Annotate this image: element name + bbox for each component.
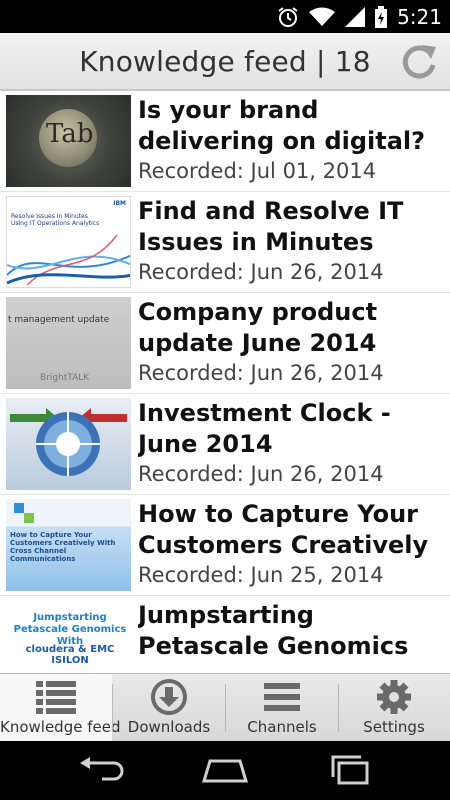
tab-label: Settings [363, 718, 425, 736]
tab-label: Knowledge feed [0, 718, 121, 736]
thumbnail-text: Resolve Issues In Minutes Using IT Opera… [11, 213, 100, 227]
thumbnail-brand: IBM [113, 200, 126, 207]
signal-icon [345, 6, 366, 27]
thumbnail-brand: BrightTALK [40, 373, 90, 383]
feed-item-date: Recorded: Jun 25, 2014 [138, 563, 384, 587]
feed-item-title: Investment Clock - June 2014 [138, 399, 391, 458]
feed-item-title: Company product update June 2014 [138, 298, 378, 357]
thumbnail-graphic [10, 408, 127, 476]
feed-item[interactable]: Jumpstarting Petascale Genomics With clo… [0, 596, 450, 673]
system-nav-bar [0, 741, 450, 800]
feed-item[interactable]: Investment Clock - June 2014 Recorded: J… [0, 394, 450, 495]
feed-item-date: Recorded: Jun 26, 2014 [138, 361, 384, 385]
tab-label: Downloads [127, 718, 211, 736]
menu-icon [264, 683, 300, 711]
status-time: 5:21 [397, 4, 442, 29]
download-icon [151, 679, 187, 715]
thumbnail-text: t management update [8, 315, 110, 325]
tab-settings[interactable]: Settings [338, 674, 450, 741]
feed-item[interactable]: t management update BrightTALK Company p… [0, 293, 450, 394]
tab-knowledge-feed[interactable]: Knowledge feed [0, 674, 121, 741]
gear-icon [377, 680, 411, 714]
video-thumbnail [6, 398, 131, 490]
feed-item-title: Find and Resolve IT Issues in Minutes us… [138, 197, 404, 256]
list-icon [36, 681, 76, 714]
thumbnail-text: Tab [46, 119, 94, 149]
thumbnail-brand: cloudera & EMC ISILON [25, 644, 115, 666]
home-icon[interactable] [200, 755, 250, 785]
thumbnail-text: How to Capture Your Customers Creatively… [10, 531, 116, 563]
feed-item[interactable]: How to Capture Your Customers Creatively… [0, 495, 450, 596]
status-icons: 5:21 [277, 4, 442, 29]
thumbnail-text: Jumpstarting Petascale Genomics With [13, 612, 127, 647]
recent-apps-icon[interactable] [325, 755, 375, 785]
bottom-tab-bar: Knowledge feed Downloads Channels Settin… [0, 673, 450, 741]
battery-icon [375, 5, 388, 28]
feed-item-title: How to Capture Your Customers Creatively… [138, 500, 429, 559]
action-bar: Knowledge feed | 18 [0, 33, 450, 91]
video-thumbnail: Tab [6, 95, 131, 187]
feed-item[interactable]: Resolve Issues In Minutes Using IT Opera… [0, 192, 450, 293]
video-thumbnail: How to Capture Your Customers Creatively… [6, 499, 131, 591]
back-icon[interactable] [76, 755, 126, 785]
tab-downloads[interactable]: Downloads [113, 674, 225, 741]
alarm-icon [278, 6, 298, 27]
tab-label: Channels [247, 718, 317, 736]
video-thumbnail: t management update BrightTALK [6, 297, 131, 389]
knowledge-feed-list: Tab Is your brand delivering on digital?… [0, 91, 450, 673]
feed-item[interactable]: Tab Is your brand delivering on digital?… [0, 91, 450, 192]
thumbnail-graphic [7, 235, 130, 285]
status-bar: 5:21 [0, 0, 450, 33]
feed-item-date: Recorded: Jun 26, 2014 [138, 260, 384, 284]
page-title: Knowledge feed | 18 [79, 45, 371, 78]
feed-item-title: Jumpstarting Petascale Genomics with Clo… [138, 601, 409, 660]
feed-item-date: Recorded: Jul 01, 2014 [138, 159, 377, 183]
video-thumbnail: Jumpstarting Petascale Genomics With clo… [6, 600, 131, 673]
wifi-icon [309, 7, 336, 26]
feed-item-date: Recorded: Jun 26, 2014 [138, 462, 384, 486]
tab-channels[interactable]: Channels [226, 674, 338, 741]
video-thumbnail: Resolve Issues In Minutes Using IT Opera… [6, 196, 131, 288]
refresh-icon[interactable] [398, 41, 440, 83]
feed-item-title: Is your brand delivering on digital? [138, 96, 426, 155]
thumbnail-logo [14, 503, 34, 523]
